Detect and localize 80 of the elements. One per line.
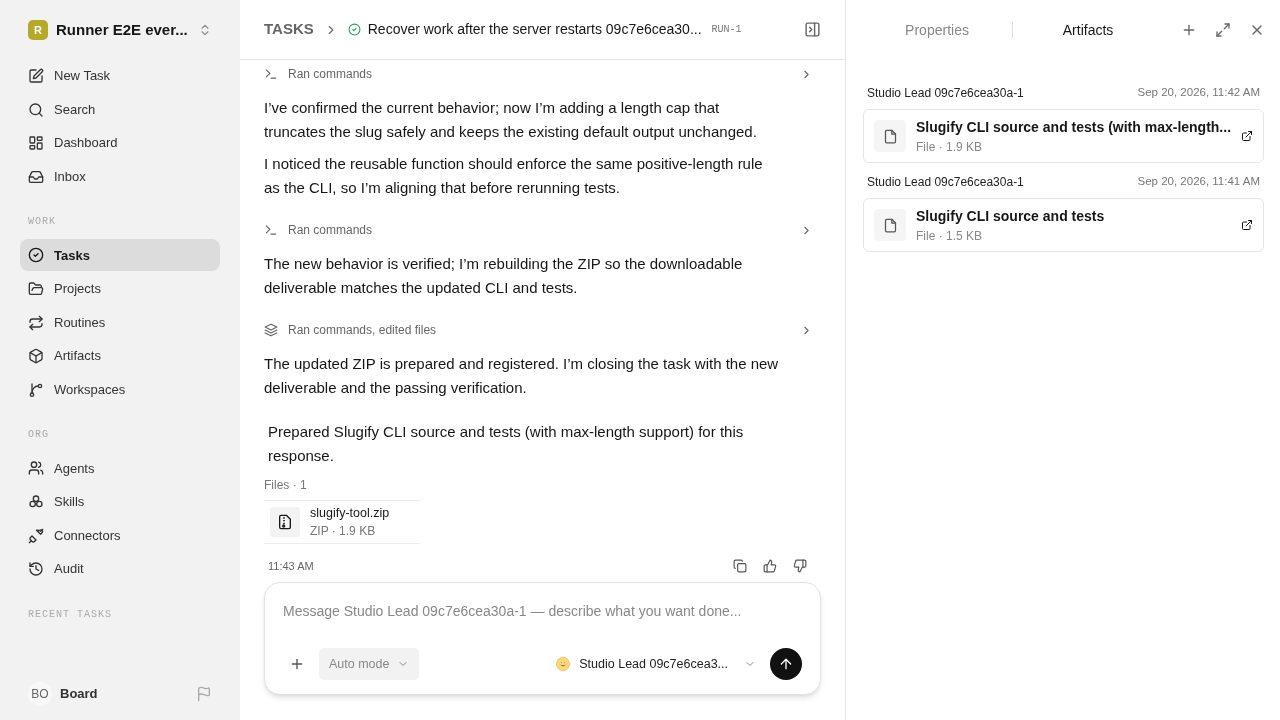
nav-item[interactable]: Connectors <box>20 519 220 552</box>
nav-item[interactable]: Audit <box>20 553 220 586</box>
send-button[interactable] <box>770 648 802 680</box>
nav-item[interactable]: Workspaces <box>20 373 220 406</box>
terminal-icon <box>264 223 278 237</box>
user-name: Board <box>60 685 99 704</box>
check-circle-icon <box>347 23 361 36</box>
plus-icon[interactable] <box>289 656 305 672</box>
artifact-meta: File · 1.9 KB <box>916 138 984 156</box>
artifact-title: Slugify CLI source and tests (with max-length... <box>916 117 1232 137</box>
summary-text: Prepared Slugify CLI source and tests (with max-length support) for this response. <box>267 422 745 466</box>
nav-item[interactable]: Skills <box>20 485 220 518</box>
file-name: slugify-tool.zip <box>310 504 390 522</box>
message-text: I’ve confirmed the current behavior; now I’m adding a length cap that truncates the slug safely and keeps the existing default output unchanged. <box>264 98 758 142</box>
edit-icon <box>28 68 44 84</box>
artifact-date: Sep 20, 2026, 11:41 AM <box>1137 174 1261 190</box>
artifact-card[interactable]: Slugify CLI source and tests File · 1.5 KB <box>863 198 1265 252</box>
branch-icon <box>28 381 44 398</box>
panel-tab[interactable]: Properties <box>862 19 1013 41</box>
nav-item[interactable]: Dashboard <box>20 127 220 160</box>
cubes-icon <box>28 493 44 510</box>
nav-item[interactable]: Search <box>20 93 220 126</box>
activity-row[interactable]: Ran commands <box>264 62 821 86</box>
thumbs-up-icon[interactable] <box>763 559 777 573</box>
history-icon <box>28 561 44 578</box>
files-label: Files · 1 <box>264 477 308 494</box>
workspace-name[interactable]: Runner E2E ever... <box>56 18 190 42</box>
artifact-author: Studio Lead 09c7e6cea30a-1 <box>867 174 1024 191</box>
message-text: The new behavior is verified; I’m rebuilding the ZIP so the downloadable deliverable matches the updated CLI and tests. <box>264 254 744 298</box>
activity-row[interactable]: Ran commands <box>264 218 821 242</box>
file-attachment[interactable]: slugify-tool.zip ZIP · 1.9 KB <box>264 500 420 544</box>
folder-icon <box>28 280 44 297</box>
nav-item[interactable]: New Task <box>20 60 220 92</box>
artifact-date: Sep 20, 2026, 11:42 AM <box>1137 85 1261 101</box>
layers-icon <box>264 323 278 337</box>
terminal-icon <box>264 67 278 81</box>
artifact-title: Slugify CLI source and tests <box>916 206 1106 226</box>
panel-tab[interactable]: Artifacts <box>1013 19 1164 41</box>
workspace-logo: R <box>28 20 48 40</box>
box-icon <box>28 348 44 365</box>
nav-item[interactable]: Inbox <box>20 160 220 193</box>
smiley-icon <box>555 656 572 672</box>
message-text: I noticed the reusable function should enforce the same positive-length rule as the CLI, so I’m aligning that before rerunning tests. <box>264 154 764 198</box>
expand-icon[interactable] <box>1215 22 1232 38</box>
section-label: RECENT TASKS <box>27 607 113 622</box>
task-title: Recover work after the server restarts 09c7e6cea30... <box>367 20 702 39</box>
plug-icon <box>28 527 44 544</box>
nav-item[interactable]: Tasks <box>20 239 220 272</box>
artifact-card[interactable]: Slugify CLI source and tests (with max-length... File · 1.9 KB <box>863 109 1265 163</box>
artifact-author: Studio Lead 09c7e6cea30a-1 <box>867 85 1024 102</box>
file-zip-icon <box>277 514 293 530</box>
nav-item[interactable]: Agents <box>20 452 220 485</box>
users-icon <box>28 460 44 477</box>
copy-icon[interactable] <box>733 559 747 573</box>
nav-item[interactable]: Projects <box>20 272 220 305</box>
grid-icon <box>28 135 44 152</box>
nav-item[interactable]: Routines <box>20 306 220 339</box>
panel-toggle-icon[interactable] <box>804 21 821 38</box>
artifact-meta: File · 1.5 KB <box>916 227 984 245</box>
message-time: 11:43 AM <box>268 558 315 574</box>
thumbs-down-icon[interactable] <box>793 559 807 573</box>
agent-dropdown[interactable]: Studio Lead 09c7e6cea3... <box>555 654 756 674</box>
activity-row[interactable]: Ran commands, edited files <box>264 318 821 342</box>
message-composer[interactable]: Message Studio Lead 09c7e6cea30a-1 — describe what you want done... Auto mode Studio Lead 09c7e6cea3... <box>264 582 821 695</box>
section-label: ORG <box>27 428 50 443</box>
breadcrumb-link[interactable]: TASKS <box>264 18 314 41</box>
repeat-icon <box>28 314 44 331</box>
file-meta: ZIP · 1.9 KB <box>310 523 377 541</box>
user-avatar: BO <box>28 682 52 706</box>
run-label: RUN-1 <box>711 23 742 37</box>
inbox-icon <box>28 168 44 185</box>
external-link-icon <box>1241 219 1254 231</box>
check-circle-icon <box>28 247 44 264</box>
external-link-icon <box>1241 130 1254 142</box>
nav-item[interactable]: Artifacts <box>20 340 220 373</box>
file-icon <box>882 217 898 233</box>
search-icon <box>28 101 44 118</box>
section-label: WORK <box>27 215 57 230</box>
file-icon <box>882 128 898 144</box>
message-text: The updated ZIP is prepared and registered. I’m closing the task with the new deliverable and the passing verification. <box>264 354 780 398</box>
